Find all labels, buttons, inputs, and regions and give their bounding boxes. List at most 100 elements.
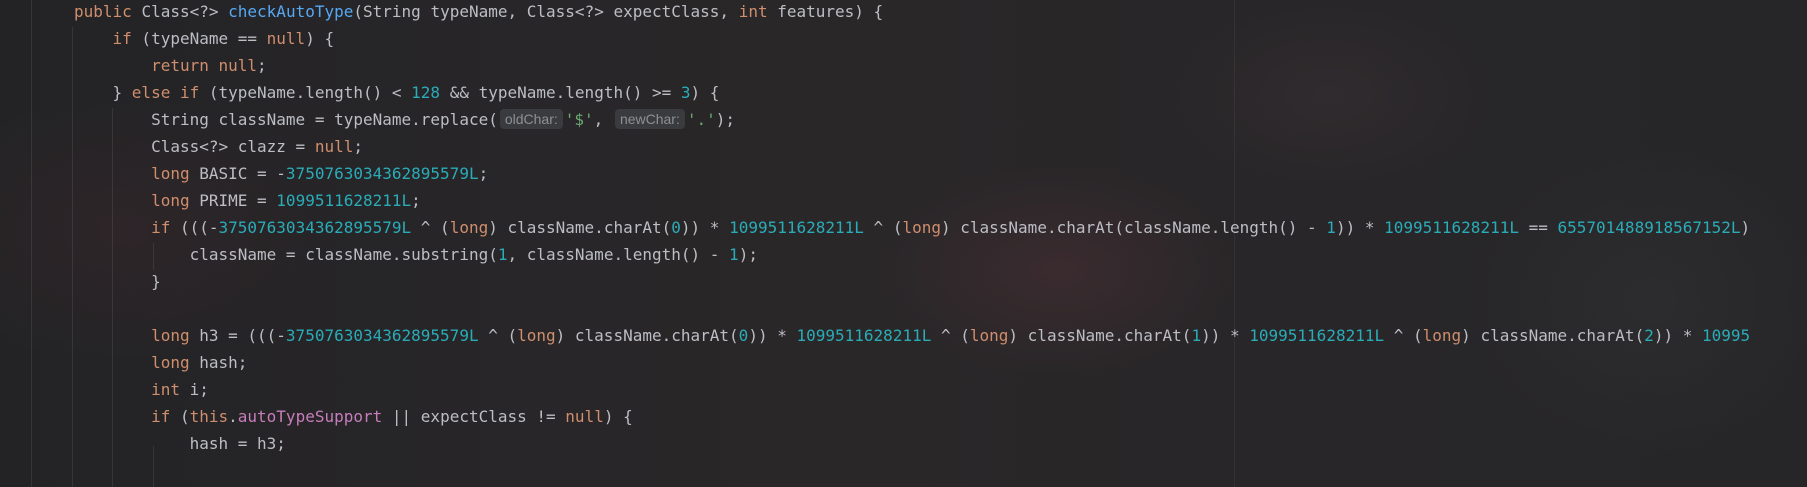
code-token: ; [353,137,363,156]
code-token: ( [170,407,190,426]
code-token: features) { [767,2,884,21]
code-token: BASIC = - [189,164,286,183]
code-token: Class<?> [141,2,229,21]
code-line[interactable]: return null; [74,52,267,79]
code-token: null [314,137,354,156]
code-token: long [151,353,190,372]
code-token: ^ ( [1384,326,1423,345]
code-token: PRIME = [189,191,277,210]
code-token: ) className.charAt( [1008,326,1192,345]
code-token: 1099511628211L [276,191,412,210]
code-token: 1 [729,245,739,264]
code-line[interactable]: className = className.substring(1, class… [74,241,758,268]
code-token: 1099511628211L [796,326,932,345]
code-token: ) { [690,83,720,102]
code-token: long [902,218,941,237]
code-token: (typeName == [131,29,267,48]
code-line[interactable]: long hash; [74,349,247,376]
code-token: ; [257,56,267,75]
code-token: long [151,164,190,183]
code-line[interactable]: } else if (typeName.length() < 128 && ty… [74,79,720,106]
code-token: ) { [305,29,335,48]
code-token: ) className.charAt(className.length() - [940,218,1327,237]
code-token: 1 [1326,218,1336,237]
code-token: ) { [603,407,633,426]
indent-guide [31,0,32,487]
code-line[interactable]: if (typeName == null) { [74,25,335,52]
code-token: 128 [411,83,441,102]
code-line[interactable]: hash = h3; [74,430,286,457]
code-token: long [969,326,1009,345]
code-token: int [738,2,768,21]
code-token: if [151,407,171,426]
code-token: hash = h3; [74,434,286,453]
code-token: long [151,191,190,210]
code-token: 10995 [1702,326,1751,345]
code-token: long [449,218,489,237]
code-token: else if [131,83,200,102]
code-token: )) * [1653,326,1703,345]
code-token: (String typeName, Class<?> expectClass, [353,2,739,21]
code-line[interactable]: long PRIME = 1099511628211L; [74,187,421,214]
code-line[interactable]: long h3 = (((-3750763034362895579L ^ (lo… [74,322,1750,349]
code-line[interactable]: if (((-3750763034362895579L ^ (long) cla… [74,214,1750,241]
code-token: ^ ( [863,218,903,237]
code-token: . [228,407,238,426]
code-token: 0 [738,326,749,345]
code-token: Class<?> clazz = [74,137,315,156]
right-margin-guide [1234,0,1235,487]
code-token: 3750763034362895579L [285,164,479,183]
code-token: long [1422,326,1462,345]
code-token: 1099511628211L [729,218,864,237]
code-token: || expectClass != [382,407,566,426]
code-token: 1 [1191,326,1202,345]
code-token: 0 [671,218,681,237]
code-token: ); [715,110,736,129]
code-token: if [112,29,132,48]
code-token: checkAutoType [228,2,354,21]
code-line[interactable]: long BASIC = -3750763034362895579L; [74,160,488,187]
code-line[interactable]: if (this.autoTypeSupport || expectClass … [74,403,633,430]
code-token: autoTypeSupport [237,407,383,426]
code-token: )) * [1201,326,1250,345]
code-token: (typeName.length() < [199,83,412,102]
code-token: } [74,83,132,102]
code-token: )) * [680,218,730,237]
code-token: 3 [680,83,691,102]
code-token: 3750763034362895579L [218,218,412,237]
code-token: hash; [189,353,248,372]
code-token: 2 [1644,326,1654,345]
code-token: '.' [686,110,716,129]
code-token: ) className.charAt( [555,326,739,345]
code-token: ); [738,245,758,264]
code-token: return null [151,56,258,75]
code-line[interactable]: String className = typeName.replace(oldC… [74,106,735,133]
code-token: ^ ( [931,326,970,345]
code-line[interactable]: int i; [74,376,209,403]
code-line[interactable]: } [74,268,161,295]
code-token: className = className.substring( [74,245,498,264]
code-token: long [151,326,190,345]
code-token: ^ ( [411,218,450,237]
code-token: i; [179,380,209,399]
code-token: } [74,272,161,291]
code-token: String className = typeName.replace( [74,110,498,129]
code-line[interactable]: Class<?> clazz = null; [74,133,363,160]
code-token: '$' [564,110,594,129]
code-editor[interactable]: public Class<?> checkAutoType(String typ… [0,0,1807,487]
code-line[interactable]: public Class<?> checkAutoType(String typ… [74,0,883,25]
code-token: null [565,407,604,426]
code-token: )) * [1335,218,1385,237]
indent-guide [72,27,73,487]
code-token: )) * [748,326,797,345]
code-token: , [593,110,613,129]
code-token: null [266,29,306,48]
code-token: long [517,326,556,345]
